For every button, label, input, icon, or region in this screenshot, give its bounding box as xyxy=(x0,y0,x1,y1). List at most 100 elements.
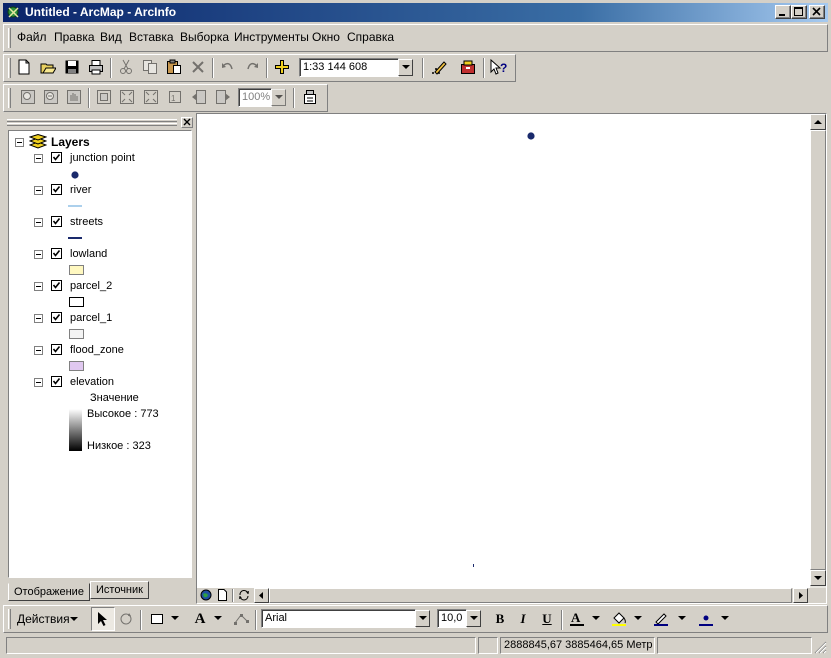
dropdown-arrow-icon[interactable] xyxy=(592,616,600,621)
map-scale-field[interactable]: 1:33 144 608 xyxy=(299,58,399,77)
bold-button[interactable]: B xyxy=(489,608,511,630)
expander-parcel-1[interactable] xyxy=(34,314,43,323)
junction-point-feature[interactable] xyxy=(527,132,535,140)
menu-tools[interactable]: Инструменты xyxy=(234,30,309,44)
zoom-in-button[interactable] xyxy=(17,86,39,108)
new-button[interactable] xyxy=(13,56,35,78)
whats-this-button[interactable]: ? xyxy=(488,56,510,78)
title-bar[interactable]: Untitled - ArcMap - ArcInfo xyxy=(3,3,828,22)
layer-name-river[interactable]: river xyxy=(70,184,91,196)
checkbox-parcel-1[interactable] xyxy=(51,312,62,323)
expander-streets[interactable] xyxy=(34,218,43,227)
data-view-button[interactable] xyxy=(200,589,213,602)
layer-name-flood-zone[interactable]: flood_zone xyxy=(70,344,124,356)
zoom-out-button[interactable] xyxy=(40,86,62,108)
go-forward-extent-button[interactable] xyxy=(212,86,234,108)
menu-insert[interactable]: Вставка xyxy=(129,30,174,44)
minimize-button[interactable] xyxy=(775,5,791,19)
map-display[interactable] xyxy=(197,114,810,588)
expander-junction-point[interactable] xyxy=(34,154,43,163)
cut-button[interactable] xyxy=(115,56,137,78)
new-text-button[interactable]: A xyxy=(189,608,211,630)
font-name-field[interactable]: Arial xyxy=(261,609,416,628)
dropdown-arrow-icon[interactable] xyxy=(634,616,642,621)
font-name-dropdown[interactable] xyxy=(415,610,430,627)
layer-name-parcel-2[interactable]: parcel_2 xyxy=(70,280,112,292)
maximize-button[interactable] xyxy=(791,5,807,19)
select-elements-button[interactable] xyxy=(91,607,115,631)
menu-edit[interactable]: Правка xyxy=(54,30,95,44)
menu-selection[interactable]: Выборка xyxy=(180,30,229,44)
checkbox-elevation[interactable] xyxy=(51,376,62,387)
dropdown-arrow-icon[interactable] xyxy=(171,616,179,621)
layout-zoom-field[interactable]: 100% xyxy=(238,88,272,107)
toolbar-grip[interactable] xyxy=(8,58,11,78)
map-scale-dropdown[interactable] xyxy=(398,59,413,76)
expander-elevation[interactable] xyxy=(34,378,43,387)
layer-name-parcel-1[interactable]: parcel_1 xyxy=(70,312,112,324)
menu-help[interactable]: Справка xyxy=(347,30,394,44)
paste-button[interactable] xyxy=(163,56,185,78)
expander-parcel-2[interactable] xyxy=(34,282,43,291)
dropdown-arrow-icon[interactable] xyxy=(721,616,729,621)
scroll-right-button[interactable] xyxy=(793,588,808,603)
layer-name-streets[interactable]: streets xyxy=(70,216,103,228)
line-color-button[interactable] xyxy=(650,608,672,630)
zoom-100-button[interactable]: 1 xyxy=(164,86,186,108)
add-data-button[interactable] xyxy=(271,56,293,78)
checkbox-junction-point[interactable] xyxy=(51,152,62,163)
toc-root-label[interactable]: Layers xyxy=(51,135,90,149)
resize-grip-icon[interactable] xyxy=(814,641,827,654)
toolbar-grip[interactable] xyxy=(8,88,11,108)
menu-file[interactable]: Файл xyxy=(17,30,47,44)
scroll-up-button[interactable] xyxy=(810,114,826,130)
toc-grip[interactable] xyxy=(7,119,177,122)
refresh-view-button[interactable] xyxy=(238,589,251,602)
italic-button[interactable]: I xyxy=(512,608,534,630)
layer-name-junction-point[interactable]: junction point xyxy=(70,152,135,164)
checkbox-flood-zone[interactable] xyxy=(51,344,62,355)
pan-button[interactable] xyxy=(63,86,85,108)
menu-window[interactable]: Окно xyxy=(312,30,340,44)
print-button[interactable] xyxy=(85,56,107,78)
fixed-zoom-out-button[interactable] xyxy=(140,86,162,108)
layer-name-elevation[interactable]: elevation xyxy=(70,376,114,388)
marker-color-button[interactable] xyxy=(695,608,717,630)
delete-button[interactable] xyxy=(187,56,209,78)
go-back-extent-button[interactable] xyxy=(188,86,210,108)
menu-view[interactable]: Вид xyxy=(100,30,122,44)
horizontal-scroll-thumb[interactable] xyxy=(269,588,792,603)
toggle-draft-mode-button[interactable] xyxy=(299,86,321,108)
expander-layers[interactable] xyxy=(15,138,24,147)
tab-source[interactable]: Источник xyxy=(90,581,149,599)
checkbox-river[interactable] xyxy=(51,184,62,195)
scroll-down-button[interactable] xyxy=(810,570,826,586)
toolbar-grip[interactable] xyxy=(8,609,11,629)
vertical-scroll-thumb[interactable] xyxy=(810,130,826,570)
fixed-zoom-in-button[interactable] xyxy=(116,86,138,108)
scroll-left-button[interactable] xyxy=(254,588,269,603)
font-color-button[interactable]: A xyxy=(566,608,588,630)
layer-name-lowland[interactable]: lowland xyxy=(70,248,107,260)
save-button[interactable] xyxy=(61,56,83,78)
dropdown-arrow-icon[interactable] xyxy=(214,616,222,621)
editor-toolbar-button[interactable] xyxy=(428,56,450,78)
expander-flood-zone[interactable] xyxy=(34,346,43,355)
checkbox-parcel-2[interactable] xyxy=(51,280,62,291)
layout-zoom-dropdown[interactable] xyxy=(271,89,286,106)
checkbox-streets[interactable] xyxy=(51,216,62,227)
drawing-actions-menu[interactable]: Действия xyxy=(12,609,84,629)
zoom-whole-page-button[interactable] xyxy=(93,86,115,108)
menu-bar-grip[interactable] xyxy=(8,28,11,48)
underline-button[interactable]: U xyxy=(536,608,558,630)
arctoolbox-button[interactable] xyxy=(457,56,479,78)
tab-display[interactable]: Отображение xyxy=(8,583,90,601)
fill-color-button[interactable] xyxy=(608,608,630,630)
copy-button[interactable] xyxy=(139,56,161,78)
expander-lowland[interactable] xyxy=(34,250,43,259)
dropdown-arrow-icon[interactable] xyxy=(678,616,686,621)
checkbox-lowland[interactable] xyxy=(51,248,62,259)
open-button[interactable] xyxy=(37,56,59,78)
rotate-button[interactable] xyxy=(115,608,137,630)
toc-close-button[interactable] xyxy=(181,117,193,128)
